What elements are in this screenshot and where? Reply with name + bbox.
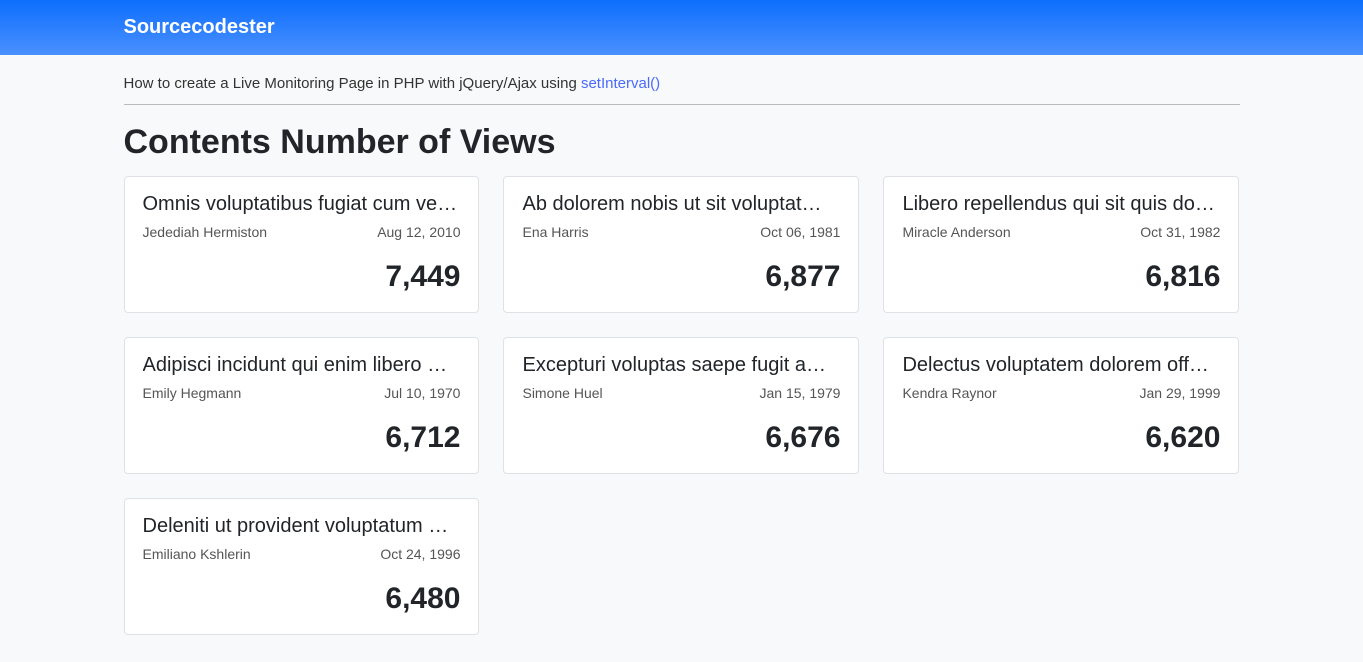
card-title: Libero repellendus qui sit quis do… xyxy=(902,193,1220,216)
content-card: Ab dolorem nobis ut sit voluptat… Ena Ha… xyxy=(503,176,859,313)
navbar: Sourcecodester xyxy=(0,0,1363,55)
card-author: Kendra Raynor xyxy=(902,385,996,401)
card-author: Jedediah Hermiston xyxy=(143,224,268,240)
card-author: Emiliano Kshlerin xyxy=(143,546,251,562)
card-author: Simone Huel xyxy=(522,385,602,401)
card-date: Oct 06, 1981 xyxy=(760,224,840,240)
card-views: 6,877 xyxy=(522,260,840,294)
card-views: 6,816 xyxy=(902,260,1220,294)
content-card: Delectus voluptatem dolorem off… Kendra … xyxy=(883,337,1239,474)
card-views: 6,620 xyxy=(902,421,1220,455)
content-card: Libero repellendus qui sit quis do… Mira… xyxy=(883,176,1239,313)
card-date: Oct 31, 1982 xyxy=(1140,224,1220,240)
card-date: Jan 15, 1979 xyxy=(760,385,841,401)
card-title: Excepturi voluptas saepe fugit a… xyxy=(522,354,840,377)
card-views: 6,676 xyxy=(522,421,840,455)
card-author: Emily Hegmann xyxy=(143,385,242,401)
content-card: Adipisci incidunt qui enim libero … Emil… xyxy=(124,337,480,474)
content-card: Omnis voluptatibus fugiat cum ve… Jededi… xyxy=(124,176,480,313)
page-heading: Contents Number of Views xyxy=(124,123,1240,162)
card-date: Oct 24, 1996 xyxy=(380,546,460,562)
card-title: Ab dolorem nobis ut sit voluptat… xyxy=(522,193,840,216)
card-title: Adipisci incidunt qui enim libero … xyxy=(143,354,461,377)
divider xyxy=(124,104,1240,105)
card-author: Ena Harris xyxy=(522,224,588,240)
card-title: Deleniti ut provident voluptatum … xyxy=(143,515,461,538)
card-author: Miracle Anderson xyxy=(902,224,1010,240)
subtitle-text: How to create a Live Monitoring Page in … xyxy=(124,75,581,92)
card-title: Omnis voluptatibus fugiat cum ve… xyxy=(143,193,461,216)
content-card: Excepturi voluptas saepe fugit a… Simone… xyxy=(503,337,859,474)
card-views: 6,480 xyxy=(143,582,461,616)
navbar-brand[interactable]: Sourcecodester xyxy=(124,16,275,38)
card-views: 7,449 xyxy=(143,260,461,294)
page-subtitle: How to create a Live Monitoring Page in … xyxy=(124,55,1240,104)
content-card: Deleniti ut provident voluptatum … Emili… xyxy=(124,498,480,635)
card-date: Aug 12, 2010 xyxy=(377,224,460,240)
card-views: 6,712 xyxy=(143,421,461,455)
card-grid: Omnis voluptatibus fugiat cum ve… Jededi… xyxy=(124,176,1240,635)
card-date: Jan 29, 1999 xyxy=(1139,385,1220,401)
card-date: Jul 10, 1970 xyxy=(384,385,460,401)
card-title: Delectus voluptatem dolorem off… xyxy=(902,354,1220,377)
subtitle-link[interactable]: setInterval() xyxy=(581,75,660,92)
